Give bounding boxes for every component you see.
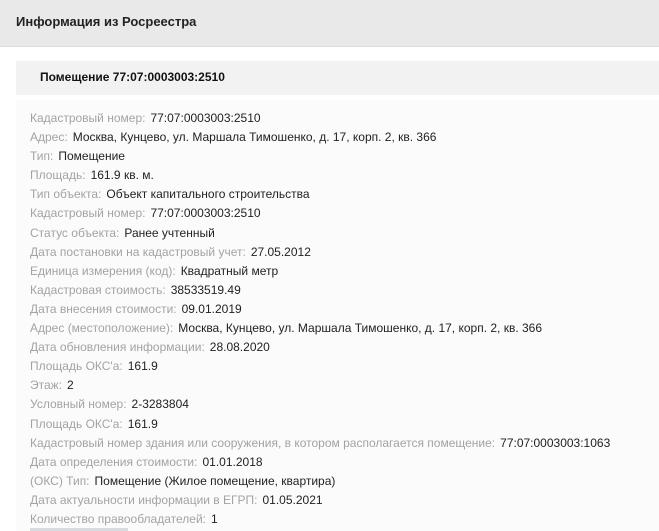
info-row: Дата определения стоимости: 01.01.2018	[30, 453, 610, 472]
info-value: Помещение	[58, 149, 125, 164]
info-label: Количество правообладателей:	[30, 511, 206, 526]
info-label: Площадь:	[30, 168, 86, 183]
info-label: Кадастровый номер:	[30, 206, 146, 221]
info-value: 161.9	[127, 416, 158, 431]
info-row: Кадастровый номер здания или сооружения,…	[30, 434, 610, 453]
info-row: Кадастровая стоимость: 38533519.49	[30, 281, 610, 300]
info-value: Ранее учтенный	[124, 225, 215, 240]
info-value: Москва, Кунцево, ул. Маршала Тимошенко, …	[178, 321, 543, 336]
info-label: Дата постановки на кадастровый учет:	[30, 244, 246, 259]
info-row: Этаж: 2	[30, 376, 610, 395]
info-row: Кадастровый номер: 77:07:0003003:2510	[30, 109, 610, 128]
info-label: Тип объекта:	[30, 187, 102, 202]
info-row: Дата постановки на кадастровый учет: 27.0…	[30, 243, 610, 262]
info-value: 77:07:0003003:1063	[500, 435, 611, 450]
info-value: Объект капитального строительства	[106, 187, 310, 202]
info-value: 77:07:0003003:2510	[150, 111, 261, 125]
info-row: Площадь: 161.9 кв. м.	[30, 166, 610, 185]
info-label: Дата определения стоимости:	[30, 454, 198, 469]
info-row: Дата внесения стоимости: 09.01.2019	[30, 300, 610, 319]
info-label: Этаж:	[30, 378, 63, 393]
info-label: Дата актуальности информации в ЕГРП:	[30, 492, 258, 507]
info-value: 161.9	[127, 359, 158, 374]
info-label: Дата обновления информации:	[30, 340, 205, 355]
info-row: Дата актуальности информации в ЕГРП: 01.0…	[30, 491, 610, 510]
info-row: Площадь ОКС'а: 161.9	[30, 357, 610, 376]
info-label: (ОКС) Тип:	[30, 473, 90, 488]
info-list: Кадастровый номер: 77:07:0003003:2510 Адре…	[30, 109, 610, 529]
info-value: 01.05.2021	[262, 492, 323, 507]
info-label: Дата внесения стоимости:	[30, 301, 177, 316]
info-label: Кадастровая стоимость:	[30, 282, 166, 297]
info-value: 1	[210, 511, 218, 526]
info-label: Адрес (местоположение):	[30, 321, 174, 336]
info-row: Кадастровый номер: 77:07:0003003:2510	[30, 204, 610, 223]
info-row: Площадь ОКС'а: 161.9	[30, 415, 610, 434]
info-row: (ОКС) Тип: Помещение (Жилое помещение, кв…	[30, 472, 610, 491]
info-value: 77:07:0003003:2510	[150, 206, 261, 221]
info-row: Тип: Помещение	[30, 147, 610, 166]
info-value: 2	[67, 378, 74, 393]
object-title: Помещение 77:07:0003003:2510	[40, 70, 225, 84]
rosreestr-header: Информация из Росреестра	[0, 0, 659, 47]
info-label: Кадастровый номер здания или сооружения,…	[30, 435, 496, 450]
object-info-panel: Кадастровый номер: 77:07:0003003:2510 Адре…	[16, 100, 659, 531]
info-value: 01.01.2018	[202, 454, 263, 469]
info-row: Адрес (местоположение): Москва, Кунцево, …	[30, 319, 610, 338]
info-value: 09.01.2019	[181, 301, 242, 316]
info-row: Условный номер: 2-3283804	[30, 395, 610, 414]
info-label: Площадь ОКС'а:	[30, 416, 123, 431]
info-label: Условный номер:	[30, 397, 127, 412]
info-row: Дата обновления информации: 28.08.2020	[30, 338, 610, 357]
info-label: Адрес:	[30, 130, 68, 145]
info-value: 27.05.2012	[250, 244, 311, 259]
info-label: Единица измерения (код):	[30, 263, 176, 278]
info-value: 161.9 кв. м.	[90, 168, 154, 183]
info-value: 2-3283804	[131, 397, 189, 412]
info-value: 38533519.49	[170, 282, 241, 297]
object-header: Помещение 77:07:0003003:2510	[16, 61, 659, 95]
info-label: Статус объекта:	[30, 225, 120, 240]
info-value: Квадратный метр	[180, 263, 279, 278]
info-label: Кадастровый номер:	[30, 111, 146, 125]
info-row: Единица измерения (код): Квадратный метр	[30, 262, 610, 281]
info-value: 28.08.2020	[209, 340, 270, 355]
page-title: Информация из Росреестра	[16, 14, 197, 29]
info-row: Адрес: Москва, Кунцево, ул. Маршала Тимош…	[30, 128, 610, 147]
info-label: Тип:	[30, 149, 54, 164]
info-label: Площадь ОКС'а:	[30, 359, 123, 374]
info-row: Тип объекта: Объект капитального строител…	[30, 185, 610, 204]
info-row: Количество правообладателей: 1	[30, 510, 610, 529]
info-value: Москва, Кунцево, ул. Маршала Тимошенко, …	[72, 130, 437, 145]
info-value: Помещение (Жилое помещение, квартира)	[94, 473, 336, 488]
info-row: Статус объекта: Ранее учтенный	[30, 224, 610, 243]
